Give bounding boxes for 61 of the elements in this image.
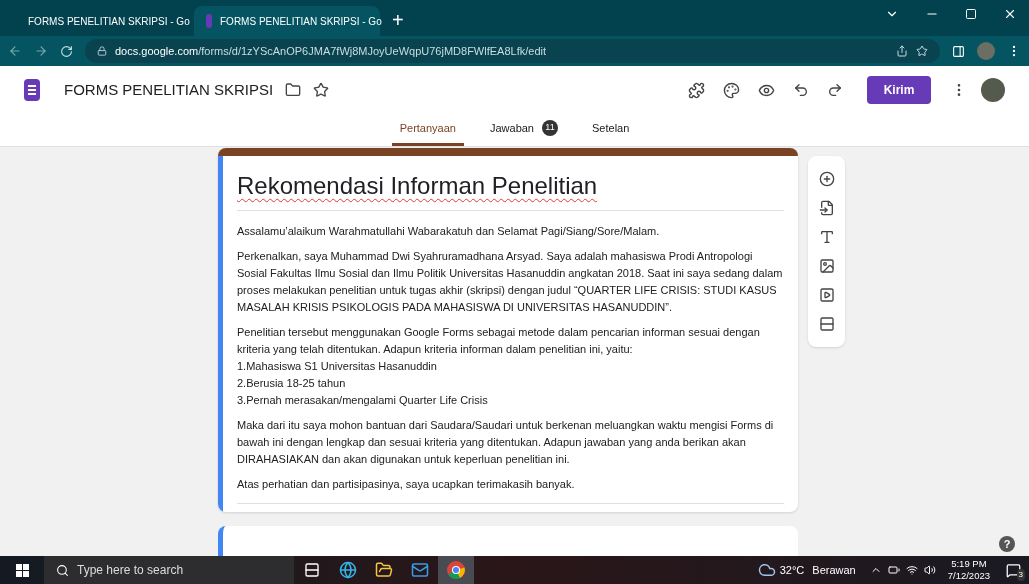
- import-icon[interactable]: [818, 199, 835, 216]
- description-text: Atas perhatian dan partisipasinya, saya ucapkan terimakasih banyak.: [237, 477, 576, 492]
- close-icon[interactable]: [1003, 7, 1017, 21]
- form-tab[interactable]: Setelan: [584, 113, 638, 146]
- section-icon[interactable]: [818, 316, 835, 333]
- clock-date[interactable]: 7/12/2023: [947, 570, 990, 582]
- reload-icon[interactable]: [60, 44, 73, 58]
- add-question-icon[interactable]: [818, 170, 835, 187]
- folder-icon: [375, 561, 393, 579]
- chrome-icon: [447, 561, 465, 579]
- taskbar-search-field[interactable]: Type here to search: [44, 556, 294, 584]
- form-heading[interactable]: Rekomendasi Informan Penelitian: [237, 156, 784, 211]
- side-panel-icon[interactable]: [952, 44, 965, 58]
- share-icon[interactable]: [896, 45, 908, 57]
- form-tab[interactable]: Jawaban 11: [481, 113, 566, 146]
- star-icon[interactable]: [313, 82, 330, 98]
- wifi-icon[interactable]: [905, 564, 918, 576]
- notification-count: 3: [1016, 568, 1025, 581]
- profile-avatar[interactable]: [981, 78, 1005, 102]
- weather-text: Berawan: [812, 562, 856, 578]
- description-text: Penelitian tersebut menggunakan Google Forms sebagai metode dalam pencarian informan sesuai dengan kriteria yang telah ditentukan. Adapun kriteria informan dalam penelitian ini, yaitu:: [237, 325, 761, 357]
- tab-title: FORMS PENELITIAN SKRIPSI - Go: [220, 14, 382, 29]
- task-view-icon: [304, 562, 320, 578]
- description-text: 1.Mahasiswa S1 Universitas Hasanuddin: [237, 359, 438, 374]
- address-field[interactable]: docs.google.com/forms/d/1zYScAnOP6JMA7fWj8MJoyUeWqpU76jMD8FWlfEA8Lfk/edit: [85, 39, 940, 63]
- response-count-badge: 11: [542, 120, 558, 136]
- description-text: Maka dari itu saya mohon bantuan dari Saudara/Saudari untuk berkenan meluangkan waktu mengisi Forms di bawah ini dengan lengkap dan sesuai kriteria yang ditentukan. Adapun jawaban yang anda berikan akan DIRAHASIAKAN dan akan digunakan untuk keperluan penelitian ini.: [237, 418, 775, 467]
- form-title[interactable]: FORMS PENELITIAN SKRIPSI: [64, 78, 274, 102]
- battery-icon[interactable]: [887, 564, 900, 576]
- speaker-icon[interactable]: [923, 564, 936, 576]
- lock-icon: [97, 46, 107, 56]
- browser-tab[interactable]: FORMS PENELITIAN SKRIPSI - Go: [194, 6, 380, 36]
- globe-icon: [339, 561, 357, 579]
- browser-tab[interactable]: FORMS PENELITIAN SKRIPSI - Go: [8, 6, 194, 36]
- redo-icon[interactable]: [827, 82, 843, 98]
- tab-title: FORMS PENELITIAN SKRIPSI - Go: [28, 14, 190, 29]
- clock-time[interactable]: 5:19 PM: [951, 558, 987, 570]
- maximize-icon[interactable]: [965, 8, 977, 20]
- back-icon[interactable]: [8, 44, 22, 58]
- title-text-icon[interactable]: [818, 228, 835, 245]
- folder-icon[interactable]: [285, 82, 302, 98]
- help-button[interactable]: ?: [999, 536, 1015, 552]
- video-icon[interactable]: [818, 287, 835, 304]
- palette-icon[interactable]: [723, 81, 740, 99]
- weather-cloud-icon: [757, 561, 776, 579]
- description-text: 2.Berusia 18-25 tahun: [237, 376, 347, 391]
- puzzle-icon[interactable]: [688, 81, 705, 99]
- description-text: Perkenalkan, saya Muhammad Dwi Syahruramadhana Arsyad. Saya adalah mahasiswa Prodi Antropologi Sosial Fakultas Ilmu Sosial dan Ilmu Politik Universitas Hasanuddin angkatan 2018. Saat ini saya sedang dalam proses melakukan penelitian untuk tugas akhir (skripsi) dengan judul “QUARTER LIFE CRISIS: STUDI KASUS MASALAH KRISIS PSIKOLOGIS PADA MAHASISWA DI UNIVERSITAS HASANUDDIN”.: [237, 249, 784, 315]
- undo-icon[interactable]: [793, 82, 809, 98]
- forward-icon[interactable]: [34, 44, 48, 58]
- description-text: Assalamu’alaikum Warahmatullahi Wabarakatuh dan Selamat Pagi/Siang/Sore/Malam.: [237, 224, 661, 239]
- description-text: 3.Pernah merasakan/mengalami Quarter Life Crisis: [237, 393, 489, 408]
- image-icon[interactable]: [818, 258, 835, 275]
- temperature-text: 32°C: [779, 562, 805, 578]
- send-button[interactable]: Kirim: [867, 76, 931, 104]
- mail-icon: [411, 561, 429, 579]
- search-icon: [56, 563, 69, 577]
- taskbar-app[interactable]: [438, 556, 474, 584]
- url-text: docs.google.com/forms/d/1zYScAnOP6JMA7fWj8MJoyUeWqpU76jMD8FWlfEA8Lfk/edit: [115, 43, 546, 59]
- bookmark-star-icon[interactable]: [916, 45, 928, 57]
- forms-logo-icon: [24, 79, 40, 101]
